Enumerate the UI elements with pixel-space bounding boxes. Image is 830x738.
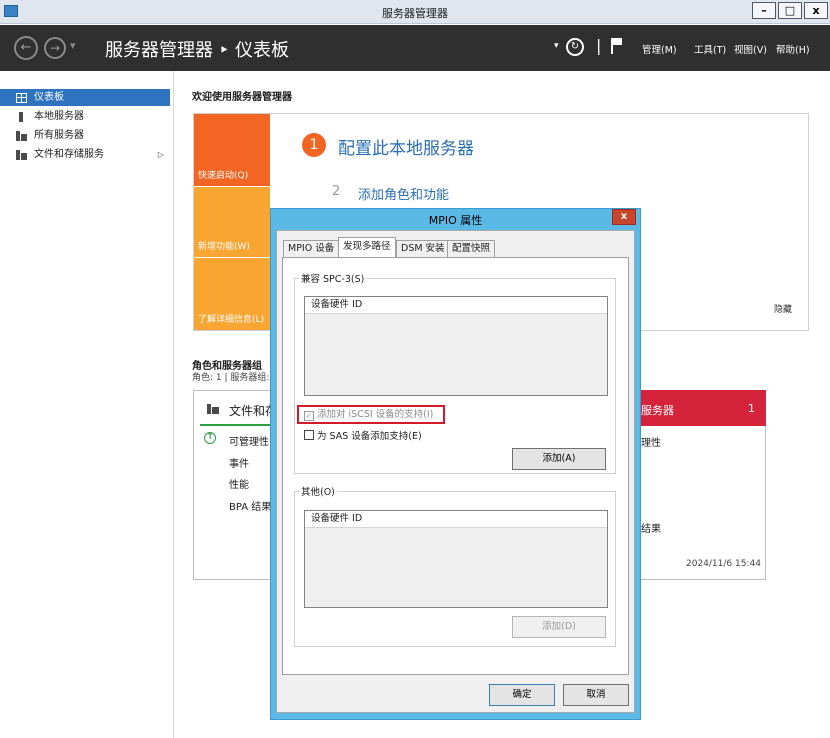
add-roles-features-link[interactable]: 添加角色和功能	[358, 184, 449, 203]
card-row-manageability[interactable]: 可管理性	[229, 433, 269, 448]
learn-more-tile[interactable]: 了解详细信息(L)	[194, 258, 270, 330]
ok-button[interactable]: 确定	[489, 684, 555, 706]
menu-help[interactable]: 帮助(H)	[776, 42, 810, 56]
cancel-button[interactable]: 取消	[563, 684, 629, 706]
servers-icon	[16, 131, 27, 141]
window-title: 服务器管理器	[382, 7, 448, 20]
file-storage-icon	[16, 150, 27, 160]
menu-view[interactable]: 视图(V)	[734, 42, 767, 56]
menu-manage[interactable]: 管理(M)	[642, 42, 677, 56]
sidebar-item-label: 本地服务器	[34, 111, 84, 122]
welcome-title: 欢迎使用服务器管理器	[192, 92, 292, 103]
list-column-header[interactable]: 设备硬件 ID	[305, 511, 607, 528]
hide-link[interactable]: 隐藏	[774, 302, 792, 315]
sidebar-item-label: 仪表板	[34, 92, 64, 103]
tab-dsm-install[interactable]: DSM 安装	[396, 240, 450, 258]
other-group-label: 其他(O)	[299, 484, 337, 498]
maximize-button[interactable]: □	[778, 2, 802, 19]
whats-new-tile[interactable]: 新增功能(W)	[194, 187, 270, 257]
step1-number: 1	[302, 133, 326, 157]
learn-more-label: 了解详细信息(L)	[198, 315, 265, 325]
spc3-add-button[interactable]: 添加(A)	[512, 448, 606, 470]
forward-arrow-icon[interactable]: →	[44, 37, 66, 59]
expand-arrow-icon[interactable]: ▷	[158, 146, 164, 163]
iscsi-support-checkbox[interactable]: ✓ 添加对 iSCSI 设备的支持(I)	[304, 409, 433, 421]
dialog-close-button[interactable]: x	[612, 209, 636, 225]
tab-mpio-devices[interactable]: MPIO 设备	[283, 240, 340, 258]
app-header: ← → ▾ 服务器管理器 ‣ 仪表板 ▾ ↻ | 管理(M) 工具(T) 视图(…	[0, 25, 830, 71]
checkbox-checked-icon: ✓	[304, 411, 314, 421]
sidebar	[0, 71, 174, 738]
menu-tools[interactable]: 工具(T)	[694, 42, 726, 56]
checkbox-label: 添加对 iSCSI 设备的支持(I)	[317, 409, 434, 420]
refresh-dropdown-icon[interactable]: ▾	[554, 41, 559, 51]
sidebar-item-file-storage[interactable]: 文件和存储服务 ▷	[0, 146, 170, 163]
other-add-button[interactable]: 添加(D)	[512, 616, 606, 638]
tab-discover-multipaths[interactable]: 发现多路径	[338, 237, 396, 258]
list-column-header[interactable]: 设备硬件 ID	[305, 297, 607, 314]
notification-flag-icon[interactable]	[610, 37, 624, 55]
roles-section-subtitle: 角色: 1 | 服务器组:	[192, 373, 270, 383]
sidebar-item-dashboard[interactable]: 仪表板	[0, 89, 170, 106]
other-device-list[interactable]: 设备硬件 ID	[304, 510, 608, 608]
dialog-title: MPIO 属性	[428, 214, 483, 227]
role-card-title: 服务器	[641, 404, 674, 417]
sas-support-checkbox[interactable]: 为 SAS 设备添加支持(E)	[304, 430, 422, 443]
server-icon	[19, 112, 23, 122]
card-row-manageability[interactable]: 理性	[641, 434, 661, 449]
sidebar-item-label: 所有服务器	[34, 130, 84, 141]
app-icon	[4, 5, 18, 17]
file-storage-icon	[207, 404, 219, 414]
card-row-bpa[interactable]: BPA 结果	[229, 498, 271, 513]
refresh-icon[interactable]: ↻	[566, 38, 584, 56]
whats-new-label: 新增功能(W)	[198, 242, 250, 252]
tab-config-snapshot[interactable]: 配置快照	[447, 240, 496, 258]
breadcrumb: 服务器管理器 ‣ 仪表板	[105, 40, 290, 61]
window-titlebar: 服务器管理器	[0, 0, 830, 24]
card-row-events[interactable]: 事件	[229, 455, 249, 470]
step2-number: 2	[332, 184, 341, 199]
card-timestamp: 2024/11/6 15:44	[686, 559, 761, 569]
card-row-performance[interactable]: 性能	[229, 476, 249, 491]
checkbox-label: 为 SAS 设备添加支持(E)	[317, 431, 422, 442]
status-ok-bar	[200, 424, 280, 426]
quick-start-tile[interactable]: 快速启动(Q)	[194, 114, 270, 186]
header-separator: |	[596, 36, 602, 55]
status-up-icon: ↑	[204, 432, 216, 444]
spc3-device-list[interactable]: 设备硬件 ID	[304, 296, 608, 396]
spc3-group-label: 兼容 SPC-3(S)	[299, 271, 367, 285]
checkbox-unchecked-icon	[304, 430, 314, 440]
nav-history-dropdown-icon[interactable]: ▾	[70, 39, 76, 52]
configure-local-server-link[interactable]: 配置此本地服务器	[338, 134, 474, 159]
back-arrow-icon[interactable]: ←	[14, 36, 38, 60]
quick-start-label: 快速启动(Q)	[198, 171, 249, 181]
sidebar-item-local-server[interactable]: 本地服务器	[0, 108, 170, 125]
close-window-button[interactable]: x	[804, 2, 828, 19]
alert-count-badge: 1	[748, 402, 755, 415]
sidebar-item-all-servers[interactable]: 所有服务器	[0, 127, 170, 144]
card-row-bpa[interactable]: 结果	[641, 520, 661, 535]
minimize-button[interactable]: –	[752, 2, 776, 19]
sidebar-item-label: 文件和存储服务	[34, 149, 104, 160]
dashboard-icon	[16, 93, 27, 103]
